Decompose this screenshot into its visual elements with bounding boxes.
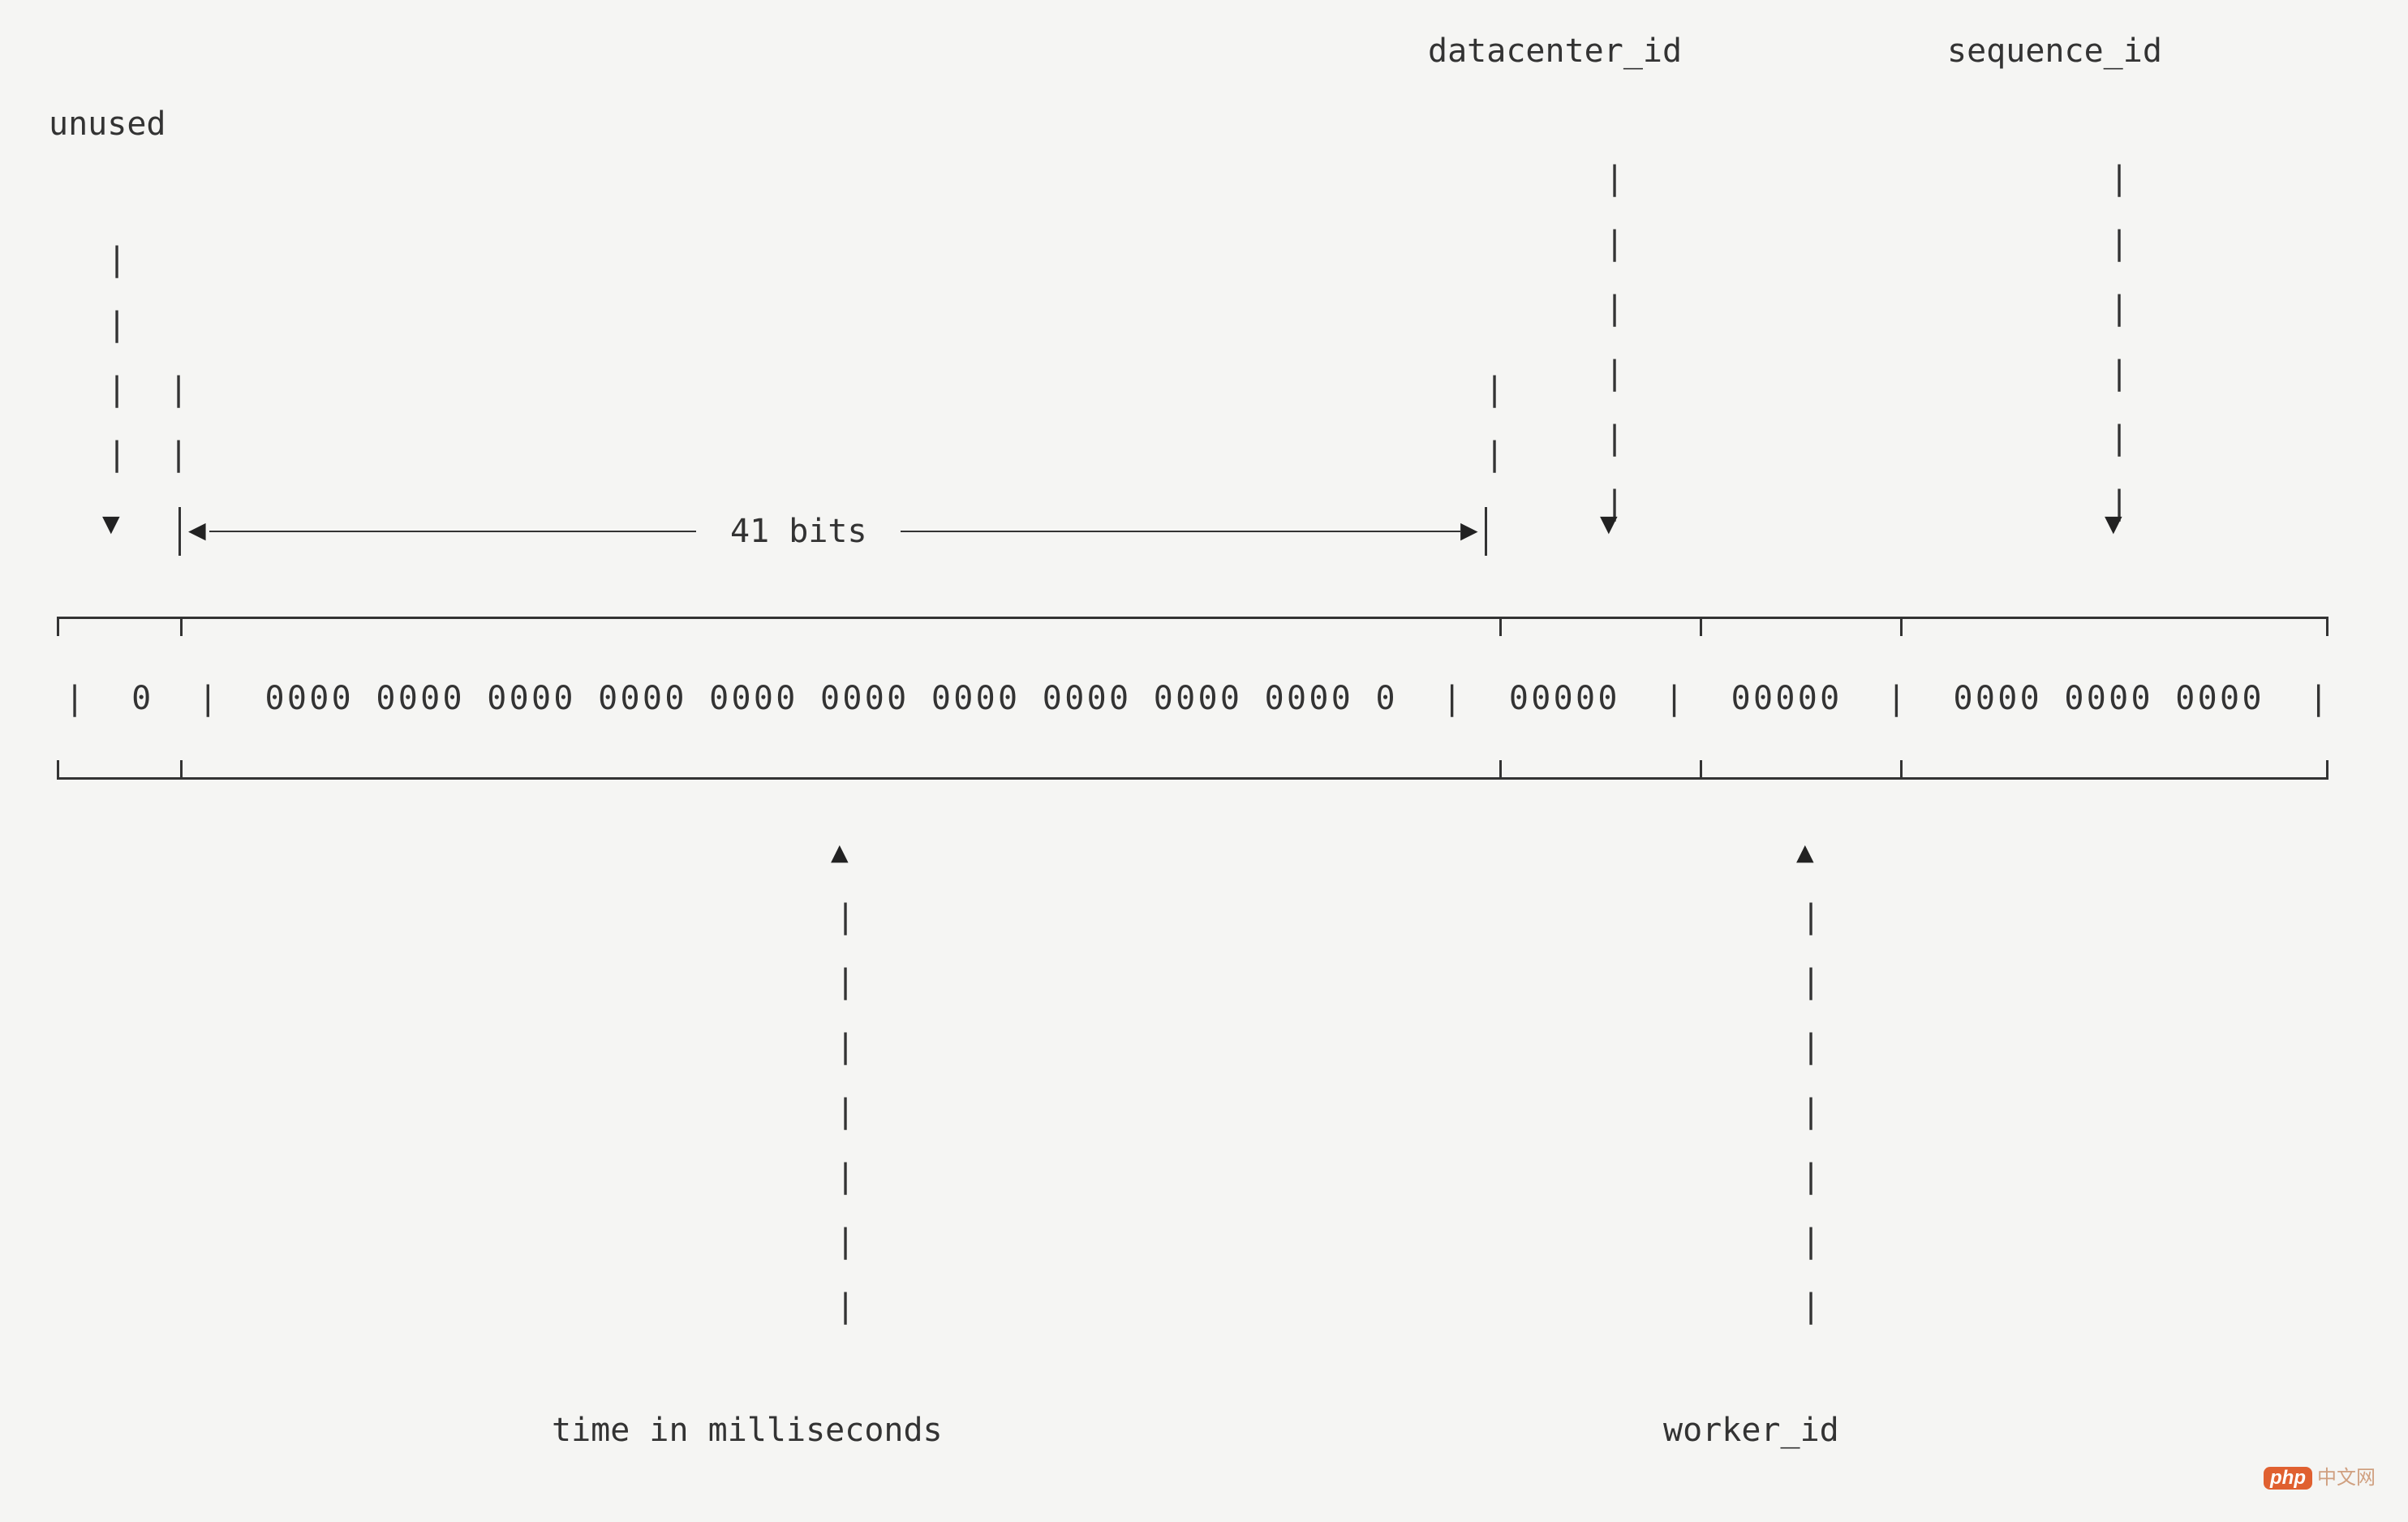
- frame-tick-sep1-b: [180, 760, 183, 780]
- frame-tick-sep1: [180, 617, 183, 636]
- arrow-down-sequence: ▼: [2105, 507, 2122, 540]
- arrow-up-worker: ▲: [1796, 836, 1814, 869]
- span-arrow-left: ◀: [188, 514, 206, 547]
- watermark-text: 中文网: [2317, 1467, 2376, 1489]
- pointer-line-worker: | | | | | | |: [1801, 884, 1821, 1339]
- label-unused: unused: [49, 105, 166, 143]
- frame-tick-sep4: [1900, 617, 1903, 636]
- span-label: 41 bits: [730, 513, 867, 550]
- label-time-ms: time in milliseconds: [552, 1412, 943, 1449]
- pointer-line-unused: | | | |: [107, 227, 127, 487]
- span-arrow-right: ▶: [1460, 514, 1478, 547]
- arrow-down-datacenter: ▼: [1600, 507, 1618, 540]
- pointer-line-sequence: | | | | | |: [2109, 146, 2129, 535]
- arrow-up-time: ▲: [831, 836, 849, 869]
- watermark-badge: php: [2264, 1467, 2312, 1490]
- frame-tick-sep2: [1499, 617, 1502, 636]
- frame-tick-sep4-b: [1900, 760, 1903, 780]
- span-bar-right: [1485, 507, 1487, 556]
- span-bar-left: [178, 507, 181, 556]
- label-datacenter-id: datacenter_id: [1428, 32, 1682, 70]
- label-worker-id: worker_id: [1663, 1412, 1839, 1449]
- frame-tick-left: [57, 617, 59, 636]
- span-right-boundary: | |: [1485, 357, 1504, 487]
- bit-layout-row: | 0 | 0000 0000 0000 0000 0000 0000 0000…: [65, 680, 2331, 717]
- frame-tick-sep3-b: [1700, 760, 1702, 780]
- span-line-right: [901, 531, 1460, 532]
- watermark: php中文网: [2264, 1461, 2376, 1490]
- frame-top-line: [57, 617, 2328, 619]
- pointer-line-time: | | | | | | |: [836, 884, 855, 1339]
- frame-tick-right-b: [2326, 760, 2328, 780]
- span-line-left: [209, 531, 696, 532]
- frame-bottom-line: [57, 777, 2328, 780]
- frame-tick-sep2-b: [1499, 760, 1502, 780]
- frame-tick-left-b: [57, 760, 59, 780]
- frame-tick-right: [2326, 617, 2328, 636]
- label-sequence-id: sequence_id: [1947, 32, 2162, 70]
- pointer-line-datacenter: | | | | | |: [1605, 146, 1624, 535]
- arrow-down-unused: ▼: [102, 507, 120, 540]
- frame-tick-sep3: [1700, 617, 1702, 636]
- span-left-boundary: | |: [169, 357, 188, 487]
